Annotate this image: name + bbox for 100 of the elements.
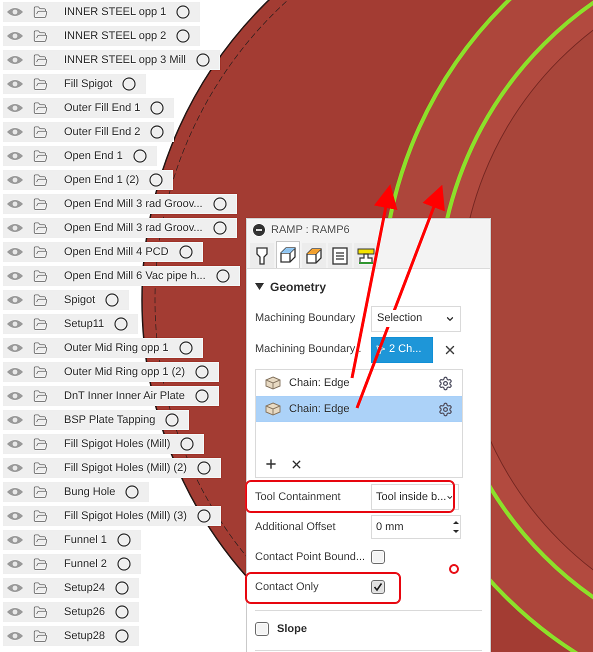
setup-item[interactable]: Open End Mill 3 rad Groov...: [3, 218, 237, 238]
setup-item[interactable]: INNER STEEL opp 2: [3, 26, 200, 46]
folder-icon: [33, 628, 48, 644]
checkbox[interactable]: [255, 622, 269, 636]
field-label: Contact Point Bound...: [255, 550, 366, 565]
offset-field[interactable]: 0 mm: [371, 515, 461, 539]
checkbox[interactable]: [371, 550, 385, 564]
folder-icon: [33, 460, 48, 476]
checkbox[interactable]: [371, 580, 385, 594]
folder-icon: [33, 580, 48, 596]
setup-item[interactable]: Open End Mill 4 PCD: [3, 242, 203, 262]
circle-icon[interactable]: [116, 557, 131, 571]
circle-icon[interactable]: [105, 293, 120, 307]
setup-item[interactable]: Outer Fill End 1: [3, 98, 174, 118]
circle-icon[interactable]: [196, 53, 210, 67]
setup-item[interactable]: Open End Mill 3 rad Groov...: [3, 194, 237, 214]
tab[interactable]: [250, 243, 274, 268]
folder-icon: [33, 76, 48, 92]
circle-icon[interactable]: [196, 509, 211, 523]
setup-item[interactable]: Fill Spigot Holes (Mill) (3): [3, 506, 221, 526]
setup-item[interactable]: Outer Mid Ring opp 1 (2): [3, 362, 220, 382]
setup-item[interactable]: Setup24: [3, 578, 139, 598]
setup-item[interactable]: Bung Hole: [3, 482, 150, 502]
folder-icon: [33, 124, 48, 140]
setup-item[interactable]: Outer Fill End 2: [3, 122, 174, 142]
circle-icon[interactable]: [180, 437, 194, 451]
circle-icon[interactable]: [116, 533, 131, 547]
circle-icon[interactable]: [114, 605, 129, 619]
setup-item[interactable]: Open End 1: [3, 146, 157, 166]
setup-item[interactable]: DnT Inner Inner Air Plate: [3, 386, 219, 406]
setup-item[interactable]: Outer Mid Ring opp 1: [3, 338, 203, 358]
add-icon[interactable]: [264, 457, 278, 471]
circle-icon[interactable]: [212, 197, 227, 211]
folder-icon: [33, 148, 48, 164]
settings-icon: [438, 376, 453, 390]
folder-icon: [33, 340, 48, 356]
field-label: Machining Boundary: [255, 311, 356, 326]
circle-icon[interactable]: [150, 101, 164, 115]
setup-item[interactable]: Setup28: [3, 626, 139, 646]
setup-item[interactable]: Spigot: [3, 290, 130, 310]
setup-item[interactable]: Setup26: [3, 602, 139, 622]
folder-icon: [33, 316, 48, 332]
setup-item[interactable]: INNER STEEL opp 3 Mill: [3, 50, 220, 70]
circle-icon[interactable]: [212, 221, 227, 235]
circle-icon[interactable]: [132, 149, 147, 163]
tab[interactable]: [328, 243, 352, 268]
cube-icon: [278, 245, 298, 265]
tab[interactable]: [276, 241, 300, 268]
circle-icon[interactable]: [176, 29, 190, 43]
setup-item[interactable]: Funnel 2: [3, 554, 141, 574]
folder-icon: [33, 556, 48, 572]
circle-icon[interactable]: [195, 365, 210, 379]
field-label: Contact Only: [255, 580, 320, 595]
setup-item[interactable]: Open End Mill 6 Vac pipe h...: [3, 266, 240, 286]
section-header[interactable]: Geometry: [255, 277, 482, 297]
containment-dropdown[interactable]: Tool inside b...: [371, 484, 459, 510]
folder-icon: [33, 52, 48, 68]
setup-item[interactable]: Fill Spigot: [3, 74, 146, 94]
circle-icon[interactable]: [114, 581, 129, 595]
settings-icon: [438, 402, 453, 416]
folder-icon: [33, 412, 48, 428]
section-title: Slope: [277, 622, 307, 637]
circle-icon[interactable]: [196, 461, 211, 475]
folder-icon: [33, 604, 48, 620]
circle-icon[interactable]: [150, 125, 164, 139]
collapse-icon[interactable]: [253, 224, 265, 236]
folder-icon: [33, 436, 48, 452]
setup-item[interactable]: Funnel 1: [3, 530, 141, 550]
setup-item[interactable]: Open End 1 (2): [3, 170, 174, 190]
folder-icon: [33, 28, 48, 44]
setup-item[interactable]: Setup11: [3, 314, 138, 334]
tab[interactable]: [354, 243, 378, 268]
chain-item[interactable]: Chain: Edge: [256, 396, 462, 422]
circle-icon[interactable]: [114, 317, 128, 331]
boundary-dropdown[interactable]: Selection: [371, 306, 461, 332]
circle-icon[interactable]: [178, 341, 193, 355]
circle-icon[interactable]: [165, 413, 180, 427]
setup-item[interactable]: Fill Spigot Holes (Mill) (2): [3, 458, 221, 478]
circle-icon[interactable]: [194, 389, 209, 403]
folder-icon: [33, 196, 48, 212]
setup-item[interactable]: Fill Spigot Holes (Mill): [3, 434, 204, 454]
circle-icon[interactable]: [122, 77, 136, 91]
circle-icon[interactable]: [178, 245, 193, 259]
linking-icon: [356, 246, 376, 266]
circle-icon[interactable]: [176, 5, 190, 19]
field-label: Additional Offset: [255, 520, 337, 535]
circle-icon[interactable]: [114, 629, 129, 643]
circle-icon[interactable]: [216, 269, 230, 283]
setup-item[interactable]: BSP Plate Tapping: [3, 410, 190, 430]
box-icon: [265, 402, 281, 416]
folder-icon: [33, 388, 48, 404]
triangle-icon: [255, 283, 264, 291]
circle-icon[interactable]: [125, 485, 140, 499]
tab[interactable]: [302, 243, 326, 268]
remove-icon[interactable]: [290, 458, 303, 470]
folder-icon: [33, 220, 48, 236]
setup-item[interactable]: INNER STEEL opp 1: [3, 2, 200, 22]
field-label: Tool Containment: [255, 490, 342, 505]
cube-icon: [304, 246, 324, 266]
circle-icon[interactable]: [149, 173, 164, 187]
